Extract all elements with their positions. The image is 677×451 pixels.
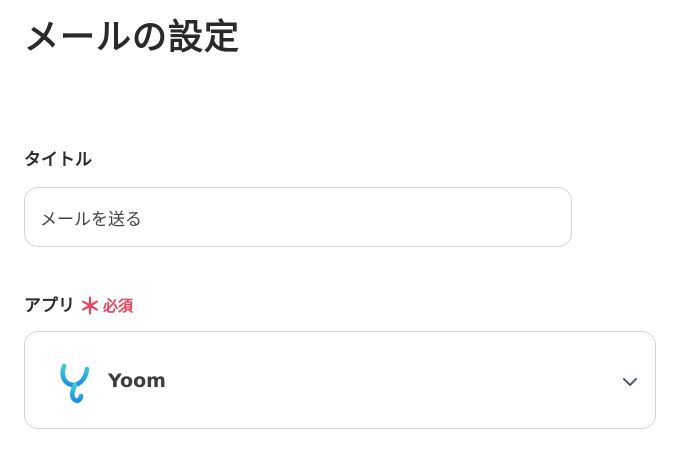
- app-select-dropdown[interactable]: Yoom: [24, 331, 656, 429]
- yoom-logo-icon: [55, 360, 95, 404]
- title-field-label: タイトル: [24, 150, 92, 170]
- required-asterisk: ＊: [79, 295, 102, 320]
- app-field-label-text: アプリ: [24, 296, 75, 316]
- app-field-label: アプリ＊必須: [24, 294, 133, 320]
- title-input[interactable]: [24, 187, 572, 247]
- selected-app-name: Yoom: [108, 370, 166, 392]
- chevron-down-icon: [621, 373, 639, 391]
- required-badge: ＊必須: [79, 296, 134, 320]
- required-text: 必須: [103, 297, 134, 315]
- page-title: メールの設定: [24, 18, 241, 58]
